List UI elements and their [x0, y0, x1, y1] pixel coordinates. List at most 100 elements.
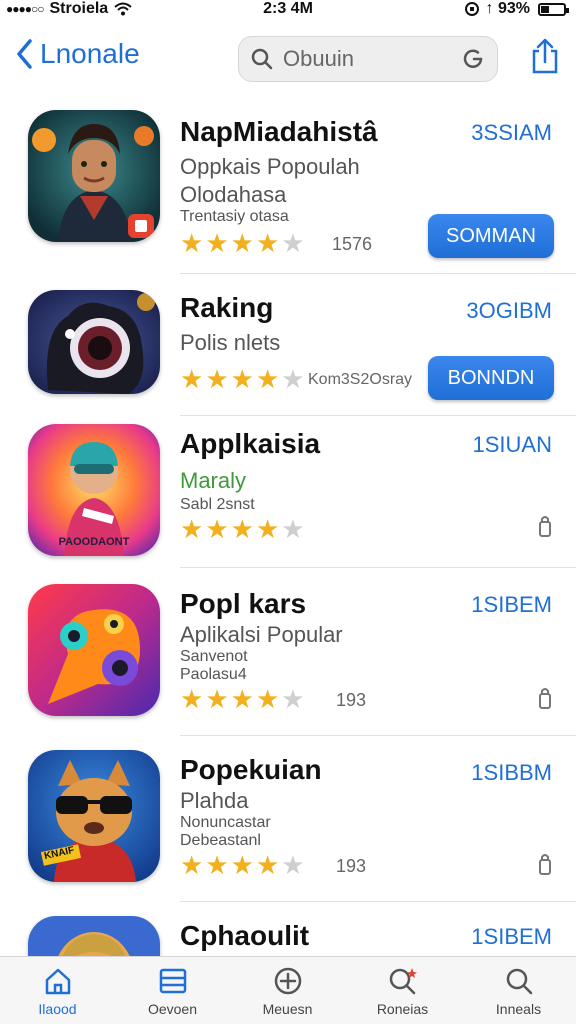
battery-percent: ↑ 93%: [485, 0, 530, 17]
app-icon[interactable]: PAOODAONT: [28, 424, 160, 556]
lock-rotation-icon: [464, 2, 479, 16]
app-meta-2: Debeastanl: [180, 832, 261, 849]
tab-bar: Ilaood Oevoen Meuesn Roneias Inneals: [0, 956, 576, 1024]
app-subtitle: Maraly: [180, 468, 247, 493]
tab-search[interactable]: Inneals: [461, 965, 576, 1017]
app-size: 1SIBEM: [471, 592, 552, 617]
star-icon: ★: [281, 514, 305, 544]
app-size: 3SSIAM: [471, 120, 552, 145]
tab-home[interactable]: Ilaood: [0, 965, 115, 1017]
list-item[interactable]: KNAIF Popekuian Plahda Nonuncastar Debea…: [0, 736, 576, 902]
back-button[interactable]: Lnonale: [16, 38, 140, 70]
app-title[interactable]: Cphaoulit: [180, 920, 309, 952]
star-icon: ★: [255, 228, 280, 258]
app-meta: Sabl 2snst: [180, 496, 255, 513]
list-item[interactable]: Cphaoulit 1SIBEM: [0, 902, 576, 958]
tab-add[interactable]: Meuesn: [230, 965, 345, 1017]
app-title[interactable]: Raking: [180, 292, 273, 324]
app-size: 1SIUAN: [472, 432, 552, 457]
star-icon: ★: [255, 850, 280, 880]
star-icon: ★: [180, 364, 204, 394]
star-icon: ★: [180, 514, 204, 544]
star-rating: ★ ★ ★ ★ ★: [180, 230, 305, 256]
list-item[interactable]: NapMiadahistâ Oppkais Popoulah Olodahasa…: [0, 96, 576, 274]
star-icon: ★: [230, 684, 254, 714]
list-item[interactable]: Popl kars Aplikalsi Popular Sanvenot Pao…: [0, 568, 576, 736]
star-icon: ★: [281, 364, 305, 394]
download-lock-icon[interactable]: [538, 686, 552, 710]
app-icon[interactable]: [28, 110, 160, 242]
star-icon: ★: [205, 228, 229, 258]
nav-bar: Lnonale Obuuin: [0, 30, 576, 90]
star-icon: ★: [230, 850, 254, 880]
star-icon: ★: [205, 684, 229, 714]
star-icon: ★: [255, 364, 280, 394]
app-title[interactable]: Applkaisia: [180, 428, 320, 460]
star-icon: ★: [230, 364, 254, 394]
battery-icon: [538, 2, 569, 16]
star-icon: ★: [230, 514, 254, 544]
search-icon: [251, 48, 273, 70]
download-lock-icon[interactable]: [538, 852, 552, 876]
app-icon[interactable]: [28, 290, 160, 394]
star-rating: ★ ★ ★ ★ ★: [180, 852, 305, 878]
app-subtitle: Plahda: [180, 788, 249, 813]
app-meta: Nonuncastar: [180, 814, 271, 831]
refresh-icon[interactable]: [461, 47, 485, 71]
app-meta-2: Paolasu4: [180, 666, 247, 683]
plus-icon: [274, 967, 301, 995]
download-lock-icon[interactable]: [538, 514, 552, 538]
back-label: Lnonale: [40, 38, 140, 69]
tab-label: Meuesn: [262, 1001, 313, 1017]
status-right: ↑ 93%: [464, 0, 569, 18]
list-item[interactable]: Raking Polis nlets ★ ★ ★ ★ ★ Kom3S2Osray 3OG…: [0, 274, 576, 416]
tab-discover[interactable]: Roneias: [345, 965, 460, 1017]
star-icon: ★: [281, 684, 305, 714]
app-size: 3OGIBM: [466, 298, 552, 323]
app-title[interactable]: NapMiadahistâ: [180, 116, 378, 148]
star-icon: ★: [205, 364, 229, 394]
star-icon: ★: [205, 514, 229, 544]
chevron-left-icon: [17, 39, 32, 69]
app-meta: Sanvenot: [180, 648, 248, 665]
star-rating: ★ ★ ★ ★ ★: [180, 366, 305, 392]
star-rating: ★ ★ ★ ★ ★: [180, 516, 305, 542]
status-bar: ●●●●○○ Stroiela 2:3 4M ↑ 93%: [0, 0, 576, 22]
tab-label: Oevoen: [147, 1001, 198, 1017]
rating-count: 193: [336, 856, 367, 876]
list-item[interactable]: PAOODAONT Applkaisia Maraly Sabl 2snst ★…: [0, 416, 576, 568]
search-star-icon: [389, 968, 417, 995]
app-size: 1SIBEM: [471, 924, 552, 949]
star-icon: ★: [205, 850, 229, 880]
rating-count: 1576: [332, 234, 373, 254]
app-title[interactable]: Popl kars: [180, 588, 306, 620]
share-button[interactable]: [530, 38, 560, 79]
tab-label: Inneals: [495, 1001, 542, 1017]
app-size: 1SIBBM: [471, 760, 552, 785]
list-icon: [159, 968, 186, 994]
share-icon: [532, 38, 558, 74]
search-field[interactable]: Obuuin: [238, 36, 498, 82]
app-subtitle: Aplikalsi Popular: [180, 622, 343, 647]
app-icon[interactable]: KNAIF: [28, 750, 160, 882]
get-button[interactable]: SOMMAN: [428, 214, 554, 258]
app-icon[interactable]: [28, 916, 160, 958]
tab-lists[interactable]: Oevoen: [115, 965, 230, 1017]
star-icon: ★: [281, 850, 305, 880]
rating-count: 193: [336, 690, 367, 710]
star-icon: ★: [281, 228, 305, 258]
rating-count: Kom3S2Osray: [308, 371, 413, 388]
star-icon: ★: [255, 684, 280, 714]
star-icon: ★: [230, 228, 254, 258]
icon-caption: PAOODAONT: [58, 536, 130, 548]
tab-label: Roneias: [376, 1001, 429, 1017]
search-text: Obuuin: [283, 46, 354, 71]
app-icon[interactable]: [28, 584, 160, 716]
app-title[interactable]: Popekuian: [180, 754, 322, 786]
home-icon: [45, 968, 70, 995]
app-subtitle-2: Olodahasa: [180, 182, 287, 207]
app-subtitle: Polis nlets: [180, 330, 281, 355]
star-icon: ★: [180, 228, 204, 258]
get-button[interactable]: BONNDN: [428, 356, 554, 400]
tab-label: Ilaood: [38, 1001, 77, 1017]
